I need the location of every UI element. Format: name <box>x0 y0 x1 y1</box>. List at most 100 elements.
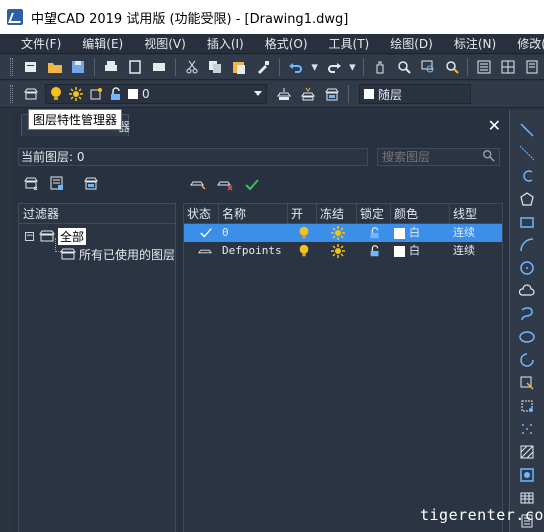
insert-block-icon[interactable] <box>518 374 536 391</box>
zoom-previous-icon[interactable] <box>443 58 461 76</box>
toolbar-separator <box>94 58 96 76</box>
filter-tree-pane: 过滤器 − 全部 所有已使用的图层 <box>18 203 176 532</box>
column-header-name[interactable]: 名称 <box>219 204 288 223</box>
layer-previous-icon[interactable] <box>299 85 317 103</box>
polygon-icon[interactable] <box>518 190 536 207</box>
hatch-icon[interactable] <box>518 443 536 460</box>
column-header-on[interactable]: 开 <box>288 204 317 223</box>
delete-layer-icon[interactable] <box>216 176 234 194</box>
toolbar-separator <box>174 58 176 76</box>
copy-icon[interactable] <box>207 58 225 76</box>
undo-dropdown-icon[interactable]: ▾ <box>311 58 319 76</box>
chevron-down-icon[interactable] <box>254 91 262 96</box>
circle-icon[interactable] <box>518 259 536 276</box>
new-group-filter-icon[interactable] <box>47 174 67 192</box>
line-icon[interactable] <box>518 121 536 138</box>
current-layer-label: 当前图层: 0 <box>18 148 368 166</box>
search-field[interactable] <box>377 148 500 166</box>
new-property-filter-icon[interactable] <box>22 174 42 192</box>
make-block-icon[interactable] <box>518 397 536 414</box>
revision-cloud-icon[interactable] <box>518 282 536 299</box>
layer-states-manager-icon[interactable] <box>82 174 102 192</box>
layer-color-cell[interactable]: 白 <box>391 224 450 242</box>
ellipse-icon[interactable] <box>518 328 536 345</box>
column-header-lock[interactable]: 锁定 <box>357 204 391 223</box>
layer-linetype[interactable]: 连续 <box>450 242 502 260</box>
make-current-icon[interactable] <box>275 85 293 103</box>
toolbar-separator <box>278 58 280 76</box>
column-header-color[interactable]: 颜色 <box>391 204 450 223</box>
column-header-freeze[interactable]: 冻结 <box>317 204 357 223</box>
layer-dropdown[interactable]: 0 <box>45 84 267 104</box>
layer-row[interactable]: Defpoints 白 连续 <box>184 242 502 260</box>
cut-icon[interactable] <box>183 58 201 76</box>
region-icon[interactable] <box>518 466 536 483</box>
toolbar-separator <box>363 58 365 76</box>
toolbar-separator <box>467 58 469 76</box>
arc-icon[interactable] <box>518 236 536 253</box>
design-center-icon[interactable] <box>499 58 517 76</box>
search-icon[interactable] <box>482 149 496 166</box>
bulb-on-icon[interactable] <box>288 224 317 242</box>
column-header-linetype[interactable]: 线型 <box>450 204 502 223</box>
match-properties-icon[interactable] <box>254 58 272 76</box>
unlock-icon[interactable] <box>357 224 391 242</box>
menu-view[interactable]: 视图(V) <box>123 35 186 52</box>
ellipse-arc-icon[interactable] <box>518 351 536 368</box>
color-swatch <box>394 245 405 257</box>
layer-row[interactable]: 0 白 连续 <box>184 224 502 242</box>
spline-icon[interactable] <box>518 305 536 322</box>
properties-icon[interactable] <box>475 58 493 76</box>
undo-icon[interactable] <box>287 58 305 76</box>
color-dropdown[interactable]: 随层 <box>359 84 471 104</box>
toolbar-grip[interactable] <box>10 85 13 103</box>
bulb-on-icon[interactable] <box>288 242 317 260</box>
unlock-icon[interactable] <box>357 242 391 260</box>
zoom-realtime-icon[interactable] <box>395 58 413 76</box>
point-icon[interactable] <box>518 420 536 437</box>
toolbar-grip[interactable] <box>10 58 13 76</box>
layer-manager-icon[interactable] <box>22 85 40 103</box>
layer-linetype[interactable]: 连续 <box>450 224 502 242</box>
tool-palettes-icon[interactable] <box>523 58 541 76</box>
construction-line-icon[interactable] <box>518 144 536 161</box>
rectangle-icon[interactable] <box>518 213 536 230</box>
sun-thawed-icon[interactable] <box>317 224 357 242</box>
column-header-status[interactable]: 状态 <box>184 204 219 223</box>
table-icon[interactable] <box>518 489 536 506</box>
layer-color-name: 白 <box>409 226 420 239</box>
menu-edit[interactable]: 编辑(E) <box>61 35 123 52</box>
polyline-icon[interactable] <box>518 167 536 184</box>
layers-stack-icon <box>38 227 56 245</box>
layer-color-cell[interactable]: 白 <box>391 242 450 260</box>
menu-modify[interactable]: 修改(M) <box>496 35 544 52</box>
print-icon[interactable] <box>102 58 120 76</box>
menu-dimension[interactable]: 标注(N) <box>433 35 496 52</box>
tree-node-used-layers[interactable]: 所有已使用的图层 <box>59 245 175 263</box>
redo-icon[interactable] <box>325 58 343 76</box>
viewport-freeze-icon <box>87 85 105 103</box>
open-folder-icon[interactable] <box>46 58 64 76</box>
close-icon[interactable]: ✕ <box>488 116 501 135</box>
redo-dropdown-icon[interactable]: ▾ <box>348 58 356 76</box>
menu-format[interactable]: 格式(O) <box>244 35 308 52</box>
sun-thawed-icon <box>67 85 85 103</box>
new-file-icon[interactable] <box>22 58 40 76</box>
pan-icon[interactable] <box>371 58 389 76</box>
paste-icon[interactable] <box>230 58 248 76</box>
layer-states-icon[interactable] <box>323 85 341 103</box>
menu-file[interactable]: 文件(F) <box>0 35 61 52</box>
menu-tools[interactable]: 工具(T) <box>308 35 370 52</box>
new-layer-icon[interactable] <box>189 176 207 194</box>
save-icon[interactable] <box>70 58 88 76</box>
zoom-window-icon[interactable] <box>419 58 437 76</box>
menu-draw[interactable]: 绘图(D) <box>369 35 433 52</box>
layer-status-icon <box>184 242 219 260</box>
menu-insert[interactable]: 插入(I) <box>186 35 244 52</box>
sun-thawed-icon[interactable] <box>317 242 357 260</box>
search-input[interactable] <box>378 150 478 164</box>
print-preview-icon[interactable] <box>126 58 144 76</box>
collapse-icon[interactable]: − <box>25 231 34 241</box>
set-current-check-icon[interactable] <box>243 176 261 194</box>
publish-icon[interactable] <box>150 58 168 76</box>
